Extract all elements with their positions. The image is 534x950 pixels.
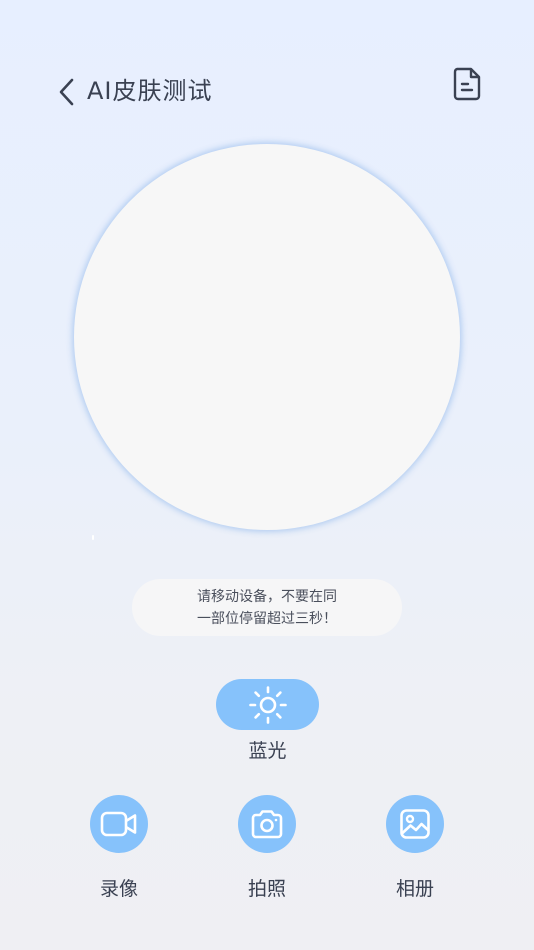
camera-icon xyxy=(251,810,283,839)
chevron-left-icon xyxy=(59,78,74,106)
camera-preview xyxy=(74,144,460,530)
image-icon xyxy=(400,809,430,839)
photo-action: 拍照 xyxy=(217,795,317,903)
album-button[interactable] xyxy=(386,795,444,853)
blue-light-button[interactable] xyxy=(216,679,319,730)
record-label: 录像 xyxy=(99,878,138,900)
tip-box: 请移动设备，不要在同 一部位停留超过三秒！ xyxy=(132,579,402,636)
video-icon xyxy=(100,811,137,837)
photo-button[interactable] xyxy=(238,795,296,853)
report-button[interactable] xyxy=(448,64,486,104)
blue-light-label: 蓝光 xyxy=(248,740,287,762)
header: AI皮肤测试 xyxy=(0,62,534,122)
photo-label: 拍照 xyxy=(247,878,286,900)
page-title: AI皮肤测试 xyxy=(87,77,213,105)
sun-icon xyxy=(248,685,287,724)
record-action: 录像 xyxy=(69,795,169,903)
tip-line-1: 请移动设备，不要在同 xyxy=(197,588,337,605)
album-label: 相册 xyxy=(395,878,434,900)
back-button[interactable] xyxy=(54,76,80,108)
focus-dot xyxy=(92,535,94,540)
album-action: 相册 xyxy=(365,795,465,903)
document-icon xyxy=(453,67,481,101)
record-button[interactable] xyxy=(90,795,148,853)
tip-line-2: 一部位停留超过三秒！ xyxy=(197,610,337,627)
